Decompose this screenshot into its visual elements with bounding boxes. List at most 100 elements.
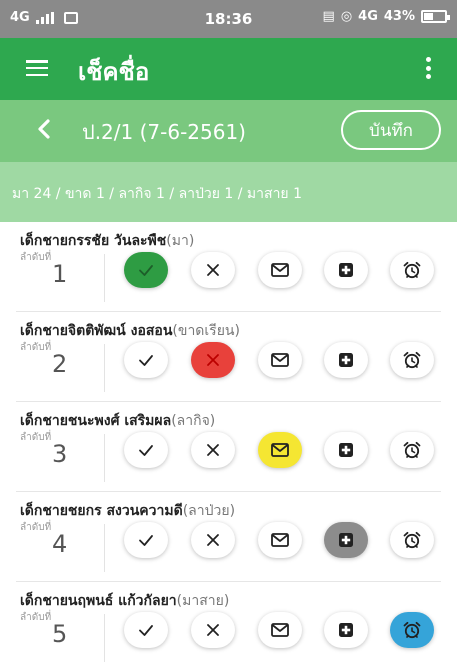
present-button[interactable] (124, 522, 168, 558)
save-button[interactable]: บันทึก (341, 110, 441, 150)
sequence-label: ลำดับที่ (20, 432, 52, 443)
student-name-text: เด็กชายชนะพงศ์ เสริมผล (20, 413, 172, 429)
row-separator (104, 254, 105, 302)
student-row: เด็กชายจิตติพัฒน์ งอสอน(ขาดเรียน) ลำดับที… (0, 312, 457, 402)
vibrate-icon: ▤ (322, 9, 335, 24)
late-button[interactable] (390, 342, 434, 378)
medical-plus-icon (337, 441, 355, 459)
student-name: เด็กชายจิตติพัฒน์ งอสอน(ขาดเรียน) (20, 320, 240, 342)
present-button[interactable] (124, 612, 168, 648)
absent-button[interactable] (191, 522, 235, 558)
medical-plus-icon (337, 531, 355, 549)
personal-leave-button[interactable] (258, 342, 302, 378)
sequence-label: ลำดับที่ (20, 342, 52, 353)
envelope-icon (270, 262, 290, 278)
cross-icon (205, 352, 221, 368)
personal-leave-button[interactable] (258, 522, 302, 558)
class-bar: ป.2/1 (7-6-2561) บันทึก (0, 100, 457, 162)
present-button[interactable] (124, 342, 168, 378)
envelope-icon (270, 622, 290, 638)
medical-plus-icon (337, 261, 355, 279)
sequence-label: ลำดับที่ (20, 612, 52, 623)
envelope-icon (270, 442, 290, 458)
personal-leave-button[interactable] (258, 612, 302, 648)
sick-leave-button[interactable] (324, 432, 368, 468)
student-status: (ลากิจ) (171, 413, 216, 429)
student-name-text: เด็กชายชยกร สงวนความดี (20, 503, 183, 519)
late-button[interactable] (390, 252, 434, 288)
student-row: เด็กชายชนะพงศ์ เสริมผล(ลากิจ) ลำดับที่ 3 (0, 402, 457, 492)
app-bar: เช็คชื่อ (0, 38, 457, 100)
battery-percent: 43% (383, 9, 415, 24)
sick-leave-button[interactable] (324, 612, 368, 648)
sick-leave-button[interactable] (324, 252, 368, 288)
cross-icon (205, 442, 221, 458)
medical-plus-icon (337, 621, 355, 639)
student-name-text: เด็กชายจิตติพัฒน์ งอสอน (20, 323, 173, 339)
student-name: เด็กชายนฤพนธ์ แก้วกัลยา(มาสาย) (20, 590, 229, 612)
row-separator (104, 524, 105, 572)
student-status: (มาสาย) (176, 593, 230, 609)
class-info: ป.2/1 (7-6-2561) (82, 120, 246, 144)
cross-icon (205, 622, 221, 638)
check-icon (137, 621, 155, 639)
alarm-status-icon: ◎ (340, 9, 353, 24)
attendance-summary: มา 24 / ขาด 1 / ลากิจ 1 / ลาป่วย 1 / มาส… (0, 162, 457, 222)
check-icon (137, 531, 155, 549)
absent-button[interactable] (191, 342, 235, 378)
absent-button[interactable] (191, 252, 235, 288)
student-status: (ลาป่วย) (182, 503, 236, 519)
sequence-label: ลำดับที่ (20, 252, 52, 263)
envelope-icon (270, 532, 290, 548)
absent-button[interactable] (191, 612, 235, 648)
chevron-left-icon[interactable] (34, 118, 56, 140)
envelope-icon (270, 352, 290, 368)
present-button[interactable] (124, 432, 168, 468)
sequence-label: ลำดับที่ (20, 522, 52, 533)
check-icon (137, 261, 155, 279)
row-separator (104, 344, 105, 392)
student-name-text: เด็กชายกรรชัย วันละพืช (20, 233, 167, 249)
sick-leave-button[interactable] (324, 342, 368, 378)
student-name: เด็กชายชยกร สงวนความดี(ลาป่วย) (20, 500, 235, 522)
sick-leave-button[interactable] (324, 522, 368, 558)
student-row: เด็กชายนฤพนธ์ แก้วกัลยา(มาสาย) ลำดับที่ 5 (0, 582, 457, 671)
personal-leave-button[interactable] (258, 252, 302, 288)
row-separator (104, 434, 105, 482)
sequence-number: 3 (52, 440, 68, 468)
late-button[interactable] (390, 522, 434, 558)
student-status: (มา) (166, 233, 195, 249)
status-bar: 4G 18:36 ▤ ◎ 4G 43% (0, 0, 457, 38)
present-button[interactable] (124, 252, 168, 288)
check-icon (137, 441, 155, 459)
cross-icon (205, 262, 221, 278)
alarm-clock-icon (402, 530, 422, 550)
page-title: เช็คชื่อ (78, 58, 150, 86)
battery-icon (421, 10, 450, 23)
cross-icon (205, 532, 221, 548)
row-separator (104, 614, 105, 662)
student-name-text: เด็กชายนฤพนธ์ แก้วกัลยา (20, 593, 177, 609)
student-row: เด็กชายกรรชัย วันละพืช(มา) ลำดับที่ 1 (0, 222, 457, 312)
alarm-clock-icon (402, 350, 422, 370)
alarm-clock-icon (402, 260, 422, 280)
student-row: เด็กชายชยกร สงวนความดี(ลาป่วย) ลำดับที่ 4 (0, 492, 457, 582)
check-icon (137, 351, 155, 369)
student-status: (ขาดเรียน) (172, 323, 240, 339)
medical-plus-icon (337, 351, 355, 369)
student-name: เด็กชายชนะพงศ์ เสริมผล(ลากิจ) (20, 410, 215, 432)
alarm-clock-icon (402, 620, 422, 640)
network-label-right: 4G (358, 9, 378, 24)
student-name: เด็กชายกรรชัย วันละพืช(มา) (20, 230, 194, 252)
sequence-number: 4 (52, 530, 68, 558)
hamburger-menu-icon[interactable] (26, 60, 48, 76)
late-button[interactable] (390, 432, 434, 468)
sequence-number: 1 (52, 260, 68, 288)
absent-button[interactable] (191, 432, 235, 468)
more-vertical-icon[interactable] (425, 57, 431, 79)
late-button[interactable] (390, 612, 434, 648)
alarm-clock-icon (402, 440, 422, 460)
status-bar-right: ▤ ◎ 4G 43% (322, 9, 450, 24)
sequence-number: 5 (52, 620, 68, 648)
personal-leave-button[interactable] (258, 432, 302, 468)
